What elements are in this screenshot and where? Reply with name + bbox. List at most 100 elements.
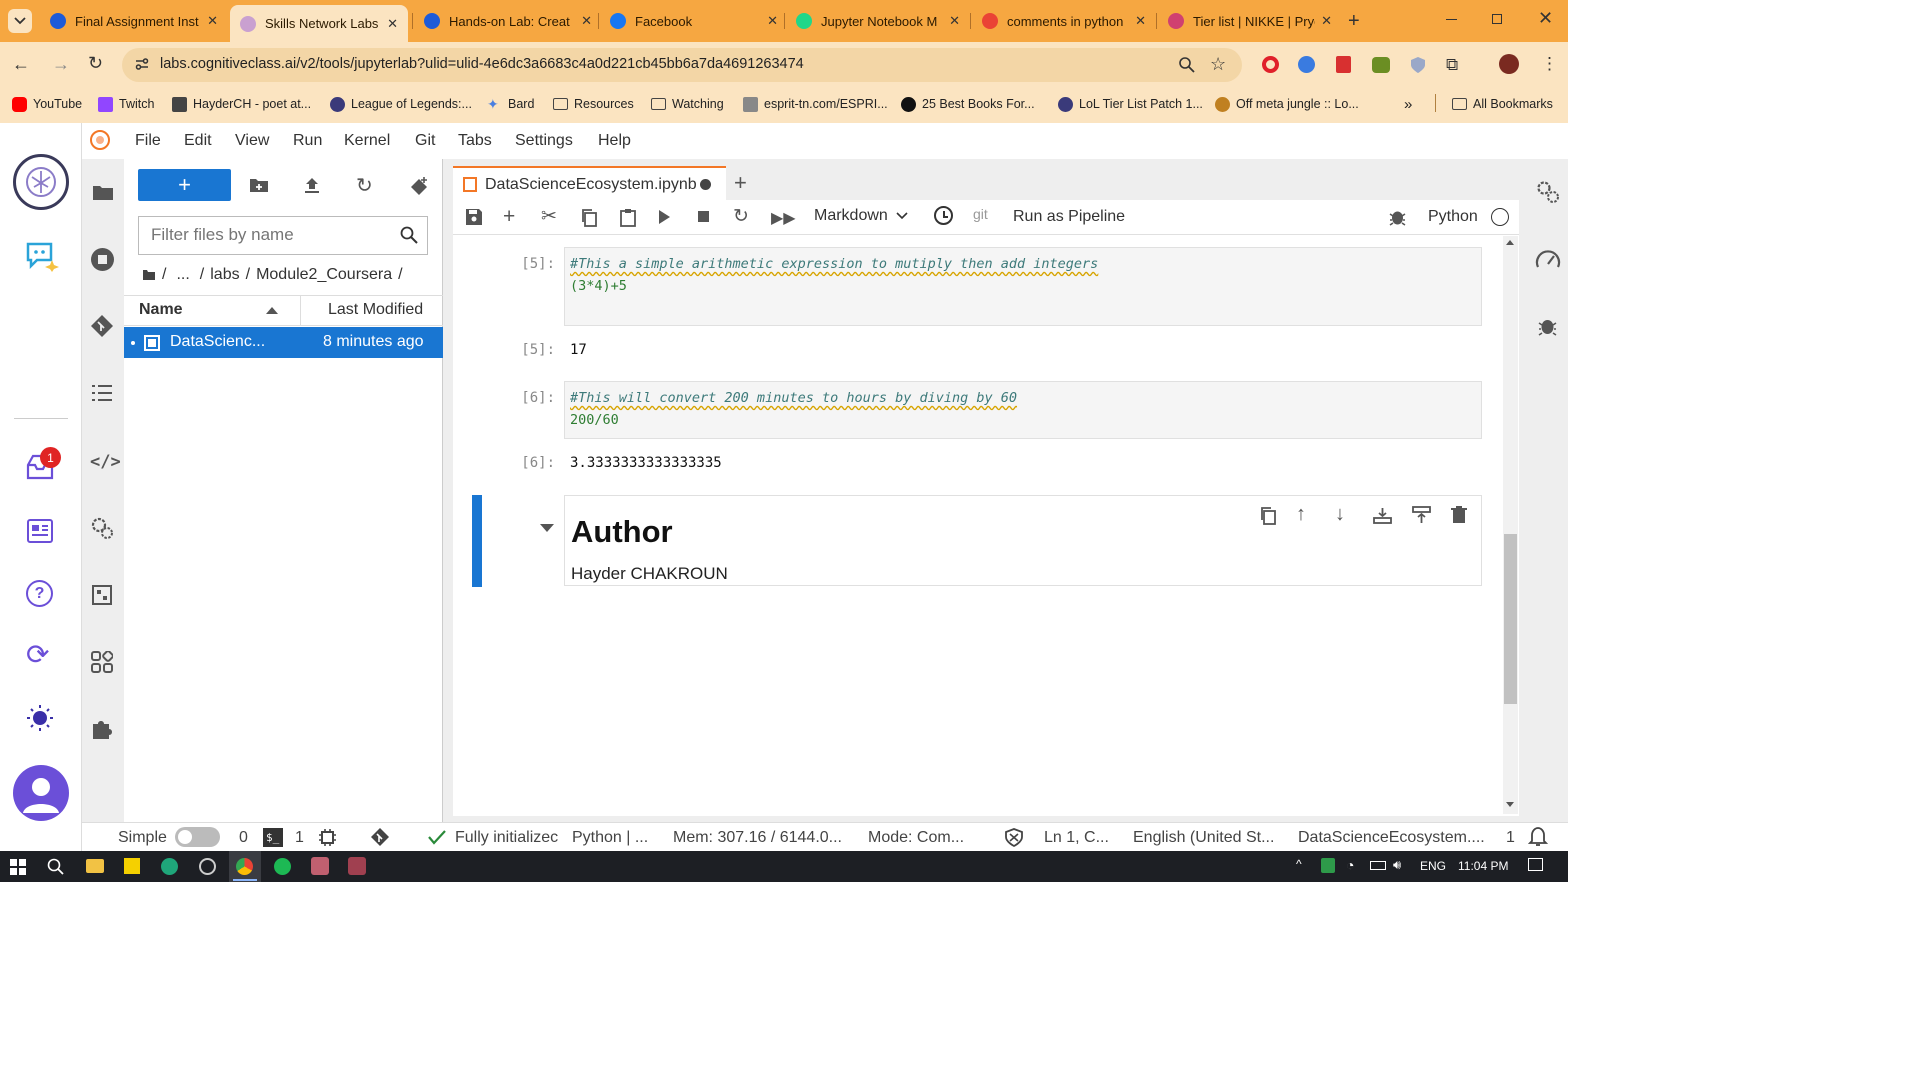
menu-view[interactable]: View <box>235 132 269 150</box>
reload-button[interactable]: ↻ <box>88 53 103 74</box>
minimize-button[interactable] <box>1446 19 1457 20</box>
toc-list-icon[interactable] <box>92 384 112 402</box>
collapse-heading-icon[interactable] <box>540 524 554 532</box>
close-tab-icon[interactable]: ✕ <box>767 13 778 29</box>
code-cell-editor[interactable]: #This will convert 200 minutes to hours … <box>564 381 1482 439</box>
extensions-puzzle-icon[interactable]: ⧉ <box>1446 55 1458 75</box>
close-tab-icon[interactable]: ✕ <box>1135 13 1146 29</box>
move-cell-down-icon[interactable]: ↓ <box>1335 503 1345 526</box>
breadcrumb-labs[interactable]: labs <box>210 266 239 284</box>
trust-shield-icon[interactable] <box>1005 828 1023 847</box>
url-text[interactable]: labs.cognitiveclass.ai/v2/tools/jupyterl… <box>160 56 804 72</box>
zoom-icon[interactable] <box>1178 56 1196 74</box>
scroll-up-arrow[interactable] <box>1506 240 1514 245</box>
bookmark-twitch[interactable]: Twitch <box>98 95 154 113</box>
browser-tab[interactable]: Jupyter Notebook M ✕ <box>786 5 970 37</box>
close-tab-icon[interactable]: ✕ <box>581 13 592 29</box>
input-language[interactable]: ENG <box>1420 859 1446 873</box>
folder-icon[interactable] <box>92 183 114 201</box>
menu-file[interactable]: File <box>135 132 161 150</box>
shield-extension-icon[interactable] <box>1410 56 1426 74</box>
insert-cell-below-icon[interactable] <box>1412 506 1431 525</box>
new-tab-button[interactable]: + <box>1348 10 1360 33</box>
kernel-name[interactable]: Python <box>1428 208 1478 226</box>
chrome-icon[interactable] <box>236 858 253 875</box>
bookmark-books[interactable]: 25 Best Books For... <box>901 95 1035 113</box>
copy-icon[interactable] <box>580 208 598 227</box>
git-clone-button[interactable] <box>410 176 430 196</box>
unsaved-dot-icon[interactable] <box>700 179 711 190</box>
clock-icon[interactable] <box>934 206 953 225</box>
opera-extension-icon[interactable] <box>1262 56 1279 73</box>
browser-tab[interactable]: Final Assignment Inst ✕ <box>40 5 228 37</box>
bookmark-lol-tier[interactable]: LoL Tier List Patch 1... <box>1058 95 1203 113</box>
kernel-status[interactable]: Python | ... <box>572 829 648 847</box>
restart-run-all-icon[interactable]: ▶▶ <box>771 208 796 228</box>
extension-puzzle-icon[interactable] <box>90 717 114 741</box>
insert-cell-icon[interactable]: + <box>503 205 515 229</box>
site-info-icon[interactable] <box>134 56 150 72</box>
menu-run[interactable]: Run <box>293 132 322 150</box>
browser-tab[interactable]: Tier list | NIKKE | Pryc ✕ <box>1158 5 1342 37</box>
browser-menu-icon[interactable]: ⋮ <box>1541 54 1558 74</box>
save-icon[interactable] <box>465 208 483 226</box>
close-window-button[interactable]: ✕ <box>1538 8 1553 29</box>
browser-tab[interactable]: Hands-on Lab: Creat ✕ <box>414 5 602 37</box>
browser-tab[interactable]: Skills Network Labs ✕ <box>230 5 408 42</box>
bookmark-youtube[interactable]: YouTube <box>12 95 82 113</box>
spellcheck-language[interactable]: English (United St... <box>1133 829 1274 847</box>
profile-avatar[interactable] <box>1499 54 1519 74</box>
tray-volume-icon[interactable]: 🔊︎ <box>1393 857 1401 873</box>
windows-search-icon[interactable] <box>47 858 64 875</box>
scroll-down-arrow[interactable] <box>1506 802 1514 807</box>
restart-kernel-icon[interactable]: ↻ <box>733 205 749 228</box>
run-cell-icon[interactable] <box>659 210 670 224</box>
close-tab-icon[interactable]: ✕ <box>387 16 398 32</box>
menu-settings[interactable]: Settings <box>515 132 573 150</box>
forward-button[interactable]: → <box>52 54 70 75</box>
app-gear-icon[interactable] <box>199 858 216 875</box>
menu-git[interactable]: Git <box>415 132 435 150</box>
bookmark-resources[interactable]: Resources <box>553 95 634 113</box>
bookmark-star-icon[interactable]: ☆ <box>1210 54 1226 75</box>
ai-chat-icon[interactable] <box>25 240 59 272</box>
column-name-header[interactable]: Name <box>139 301 183 319</box>
refresh-button[interactable]: ↻ <box>356 173 373 198</box>
bookmark-watching[interactable]: Watching <box>651 95 724 113</box>
edge-icon[interactable] <box>161 858 178 875</box>
menu-help[interactable]: Help <box>598 132 631 150</box>
scrollbar-thumb[interactable] <box>1504 534 1517 704</box>
user-avatar-icon[interactable] <box>13 765 69 821</box>
breadcrumb-ellipsis[interactable]: ... <box>176 266 189 284</box>
close-tab-icon[interactable]: ✕ <box>949 13 960 29</box>
all-bookmarks-button[interactable]: All Bookmarks <box>1452 95 1553 113</box>
notification-count[interactable]: 1 <box>1506 829 1515 847</box>
theme-toggle-icon[interactable] <box>26 704 54 732</box>
cut-icon[interactable]: ✂ <box>541 205 557 228</box>
sync-extension-icon[interactable] <box>1298 56 1315 73</box>
stop-icon[interactable] <box>698 211 709 222</box>
lsp-status[interactable]: Fully initializec <box>455 829 558 847</box>
notebook-mode[interactable]: Mode: Com... <box>868 829 964 847</box>
insert-cell-above-icon[interactable] <box>1373 506 1392 525</box>
run-as-pipeline-button[interactable]: Run as Pipeline <box>1013 208 1125 226</box>
clock-time[interactable]: 11:04 PM <box>1458 859 1508 873</box>
folder-home-icon[interactable] <box>142 269 156 281</box>
cursor-position[interactable]: Ln 1, C... <box>1044 829 1109 847</box>
simple-mode-toggle[interactable] <box>175 827 220 847</box>
bookmark-bard[interactable]: ✦ Bard <box>487 95 534 113</box>
terminals-count[interactable]: 0 <box>239 829 248 847</box>
git-icon[interactable] <box>90 314 114 338</box>
sticky-notes-icon[interactable] <box>124 858 140 874</box>
file-explorer-icon[interactable] <box>86 859 104 873</box>
resource-gauge-icon[interactable] <box>1535 248 1561 270</box>
windows-start-icon[interactable] <box>10 859 26 875</box>
file-row-selected[interactable]: DataScienc... 8 minutes ago <box>124 327 443 358</box>
plant-extension-icon[interactable] <box>1372 57 1390 73</box>
delete-cell-icon[interactable] <box>1451 506 1467 524</box>
sync-icon[interactable]: ⟳ <box>26 641 49 669</box>
filter-files-input[interactable] <box>138 216 428 255</box>
git-status-icon[interactable] <box>370 827 390 847</box>
tray-chevron-icon[interactable]: ^ <box>1296 857 1302 871</box>
news-icon[interactable] <box>27 519 54 544</box>
